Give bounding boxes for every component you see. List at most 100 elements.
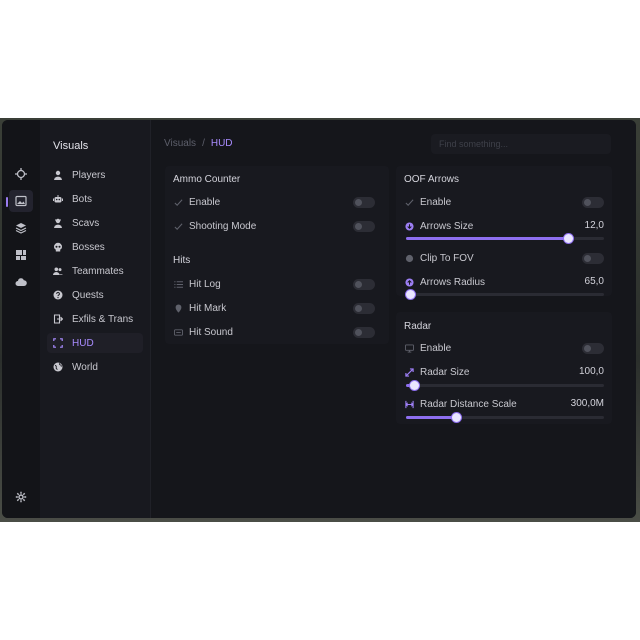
arrows-size-value: 12,0 [584, 220, 604, 231]
exit-icon [52, 313, 64, 325]
hit-mark-toggle[interactable] [353, 303, 375, 314]
monitor-icon [404, 343, 414, 353]
nav-item-world[interactable]: World [47, 357, 143, 377]
shooting-mode-label: Shooting Mode [189, 220, 257, 232]
robot-icon [52, 193, 64, 205]
distance-icon [404, 399, 414, 409]
breadcrumb-current: HUD [210, 138, 233, 149]
ammo-enable-toggle[interactable] [353, 197, 375, 208]
radar-panel: Radar Enable Radar Size 100,0 Radar Dist… [396, 312, 612, 424]
nav-title: Visuals [53, 140, 89, 152]
nav-item-label: HUD [72, 337, 94, 349]
nav-item-quests[interactable]: Quests [47, 285, 143, 305]
shooting-mode-row: Shooting Mode [173, 216, 256, 236]
globe-icon [52, 361, 64, 373]
oof-arrows-panel: OOF Arrows Enable Arrows Size 12,0 Clip … [396, 166, 612, 299]
arrows-radius-value: 65,0 [584, 276, 604, 287]
arrows-size-knob[interactable] [564, 234, 574, 243]
user-icon [52, 169, 64, 181]
arrows-radius-slider[interactable] [405, 290, 604, 299]
arrow-down-circle-icon [404, 221, 414, 231]
nav-item-teammates[interactable]: Teammates [47, 261, 143, 281]
oof-enable-row: Enable [404, 192, 451, 212]
arrows-radius-knob[interactable] [405, 290, 415, 299]
arrows-radius-label: Arrows Radius [420, 276, 486, 288]
speaker-icon [173, 327, 183, 337]
hit-mark-label: Hit Mark [189, 302, 227, 314]
dot-icon [404, 253, 414, 263]
skull-icon [52, 241, 64, 253]
hit-log-label: Hit Log [189, 278, 221, 290]
arrows-size-row: Arrows Size [404, 216, 473, 236]
icon-rail [2, 120, 40, 518]
radar-enable-toggle[interactable] [582, 343, 604, 354]
ammo-hits-panel: Ammo Counter Enable Shooting Mode Hits H… [165, 166, 389, 344]
frame-icon [52, 337, 64, 349]
nav-item-hud[interactable]: HUD [47, 333, 143, 353]
arrows-size-label: Arrows Size [420, 220, 474, 232]
radar-enable-row: Enable [404, 338, 451, 358]
scav-icon [52, 217, 64, 229]
oof-enable-label: Enable [420, 196, 452, 208]
visuals-nav: Visuals Players Bots Scavs Bosses Teamma… [40, 120, 150, 518]
radar-title: Radar [404, 321, 432, 332]
hit-log-row: Hit Log [173, 274, 221, 294]
radar-size-label: Radar Size [420, 366, 470, 378]
marker-icon [173, 303, 183, 313]
nav-item-label: Quests [72, 289, 104, 301]
nav-item-bots[interactable]: Bots [47, 189, 143, 209]
nav-item-players[interactable]: Players [47, 165, 143, 185]
radar-distance-fill [406, 416, 456, 419]
radar-distance-row: Radar Distance Scale [404, 394, 517, 414]
search-input[interactable] [431, 134, 611, 154]
image-icon[interactable] [9, 190, 33, 212]
nav-item-label: Teammates [72, 265, 124, 277]
dashboard-icon[interactable] [9, 244, 33, 266]
ammo-enable-row: Enable [173, 192, 220, 212]
check-icon [173, 197, 183, 207]
breadcrumb: Visuals / HUD [164, 138, 233, 149]
arrows-radius-row: Arrows Radius [404, 272, 485, 292]
clip-fov-label: Clip To FOV [420, 252, 474, 264]
arrows-size-fill [406, 237, 569, 240]
nav-item-label: Bosses [72, 241, 105, 253]
radar-distance-knob[interactable] [451, 413, 461, 422]
breadcrumb-root[interactable]: Visuals [164, 138, 196, 149]
hit-sound-label: Hit Sound [189, 326, 233, 338]
crosshair-icon[interactable] [9, 163, 33, 185]
radar-size-slider[interactable] [406, 381, 604, 390]
list-icon [173, 279, 183, 289]
cloud-icon[interactable] [9, 271, 33, 293]
hit-sound-toggle[interactable] [353, 327, 375, 338]
question-icon [52, 289, 64, 301]
radar-distance-label: Radar Distance Scale [420, 398, 517, 410]
rail-active-indicator [6, 197, 8, 207]
check-icon [404, 197, 414, 207]
settings-icon[interactable] [9, 486, 33, 508]
radar-size-value: 100,0 [578, 366, 604, 377]
oof-arrows-title: OOF Arrows [404, 174, 460, 185]
hit-log-toggle[interactable] [353, 279, 375, 290]
nav-item-scavs[interactable]: Scavs [47, 213, 143, 233]
nav-item-label: Exfils & Trans [72, 313, 134, 325]
nav-item-exfils[interactable]: Exfils & Trans [47, 309, 143, 329]
clip-fov-row: Clip To FOV [404, 248, 474, 268]
radar-distance-slider[interactable] [406, 413, 604, 422]
resize-icon [404, 367, 414, 377]
menu-window: Visuals Players Bots Scavs Bosses Teamma… [2, 120, 636, 518]
hit-sound-row: Hit Sound [173, 322, 233, 342]
oof-enable-toggle[interactable] [582, 197, 604, 208]
main-content: Visuals / HUD Ammo Counter Enable Shooting… [151, 120, 636, 518]
nav-item-label: World [72, 361, 98, 373]
arrows-size-slider[interactable] [406, 234, 604, 243]
nav-item-bosses[interactable]: Bosses [47, 237, 143, 257]
hit-mark-row: Hit Mark [173, 298, 226, 318]
clip-fov-toggle[interactable] [582, 253, 604, 264]
check-icon [173, 221, 183, 231]
layers-icon[interactable] [9, 217, 33, 239]
shooting-mode-toggle[interactable] [353, 221, 375, 232]
nav-item-label: Scavs [72, 217, 100, 229]
ammo-enable-label: Enable [189, 196, 221, 208]
radar-size-knob[interactable] [409, 381, 419, 390]
hits-title: Hits [173, 255, 191, 266]
